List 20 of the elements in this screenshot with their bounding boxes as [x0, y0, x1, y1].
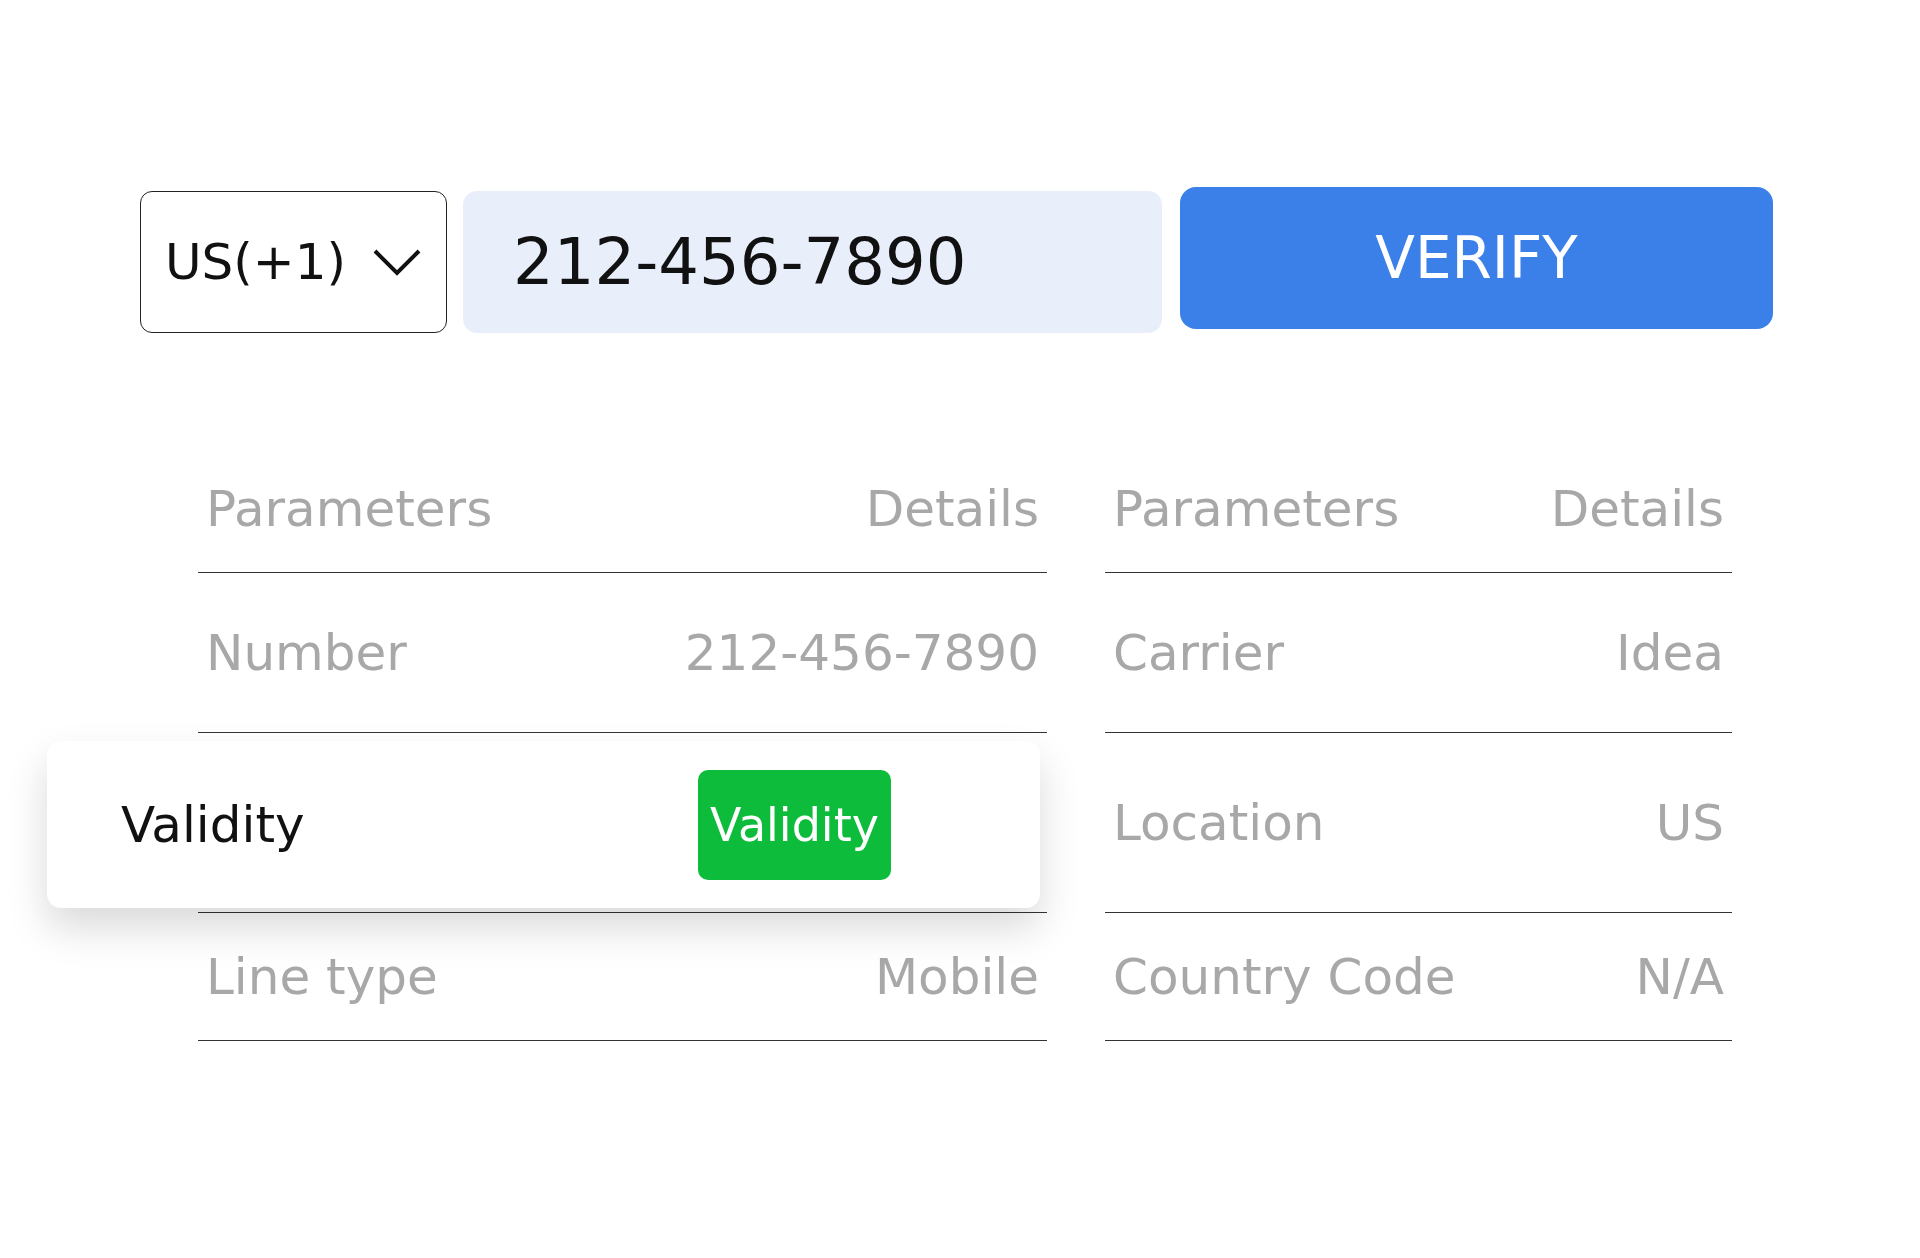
caret-icon [372, 247, 423, 277]
parameter-cell: Location [1113, 793, 1325, 852]
column-header: Details [865, 479, 1039, 538]
detail-cell: US [1655, 793, 1724, 852]
detail-cell: Idea [1616, 623, 1724, 682]
parameter-cell: Carrier [1113, 623, 1284, 682]
validity-badge: Validity [698, 769, 891, 880]
country-code-select[interactable]: US(+1) [140, 191, 447, 333]
detail-cell: Mobile [875, 947, 1039, 1006]
parameter-cell: Line type [206, 947, 438, 1006]
detail-cell: N/A [1635, 947, 1724, 1006]
column-header: Parameters [206, 479, 493, 538]
phone-number-field[interactable]: 212-456-7890 [463, 191, 1162, 333]
validity-label: Validity [121, 795, 306, 854]
detail-cell: 212-456-7890 [684, 623, 1039, 682]
parameter-cell: Number [206, 623, 407, 682]
parameter-cell: Country Code [1113, 947, 1456, 1006]
column-header: Details [1550, 479, 1724, 538]
verify-button[interactable]: VERIFY [1180, 187, 1773, 329]
column-header: Parameters [1113, 479, 1400, 538]
